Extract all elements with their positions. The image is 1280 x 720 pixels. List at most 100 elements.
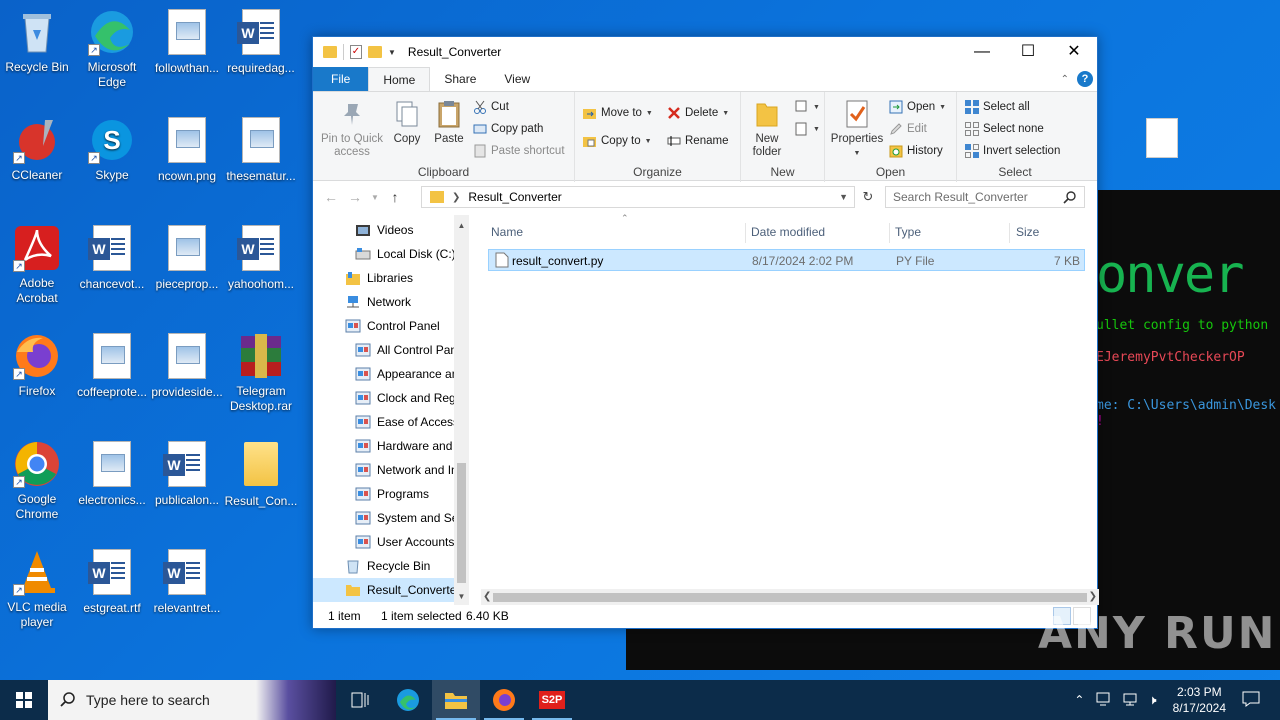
desktop-icon-coffeeprote-file[interactable]: coffeeprote... (75, 332, 149, 400)
move-to-button[interactable]: Move to ▼ (583, 106, 653, 120)
new-item-button[interactable]: ▼ (795, 100, 820, 114)
properties-qat-icon[interactable]: ✓ (350, 45, 362, 59)
scroll-down-icon[interactable]: ▼ (454, 592, 469, 601)
help-icon[interactable]: ? (1077, 71, 1093, 87)
taskbar-edge[interactable] (384, 680, 432, 720)
invert-selection-button[interactable]: Invert selection (965, 144, 1060, 158)
column-size[interactable]: Size (1016, 219, 1039, 245)
paste-shortcut-button[interactable]: Paste shortcut (473, 144, 565, 158)
open-button[interactable]: Open ▼ (889, 100, 946, 114)
nav-item-ease-of-access[interactable]: Ease of Access (313, 410, 469, 434)
file-explorer-window[interactable]: ✓ ▼ Result_Converter — ☐ ✕ File Home Sha… (312, 36, 1099, 629)
rename-button[interactable]: Rename (667, 134, 728, 148)
nav-item-system-and-security[interactable]: System and Security (313, 506, 469, 530)
up-arrow-icon[interactable]: ↑ (383, 189, 407, 205)
notifications-icon[interactable] (1242, 691, 1260, 710)
edit-button[interactable]: Edit (889, 122, 927, 136)
tab-share[interactable]: Share (430, 67, 490, 91)
select-none-button[interactable]: Select none (965, 122, 1044, 136)
column-name[interactable]: Name ⌃ (491, 213, 629, 245)
network-icon[interactable] (1096, 692, 1112, 709)
nav-item-network-and-internet[interactable]: Network and Internet (313, 458, 469, 482)
nav-item-all-control-panel-items[interactable]: All Control Panel Items (313, 338, 469, 362)
minimize-button[interactable]: — (959, 37, 1005, 67)
properties-button[interactable]: Properties ▼ (829, 98, 885, 160)
nav-item-result-converter[interactable]: Result_Converter (313, 578, 469, 602)
tab-home[interactable]: Home (368, 67, 431, 91)
delete-button[interactable]: Delete ▼ (667, 106, 729, 120)
nav-item-control-panel[interactable]: Control Panel (313, 314, 469, 338)
desktop-icon-pieceprop-file[interactable]: pieceprop... (150, 224, 224, 292)
desktop-icon-electronics-file[interactable]: electronics... (75, 440, 149, 508)
start-button[interactable] (0, 680, 48, 720)
cut-button[interactable]: Cut (473, 100, 509, 114)
maximize-button[interactable]: ☐ (1005, 37, 1051, 67)
desktop-icon-publicalon-file[interactable]: Wpublicalon... (150, 440, 224, 508)
desktop-icon-thesematur-file[interactable]: thesematur... (224, 116, 298, 184)
horizontal-scrollbar[interactable]: ❮ ❯ (481, 589, 1099, 605)
desktop-icon-vlc-media-player[interactable]: ↗ VLC media player (0, 548, 74, 630)
tab-view[interactable]: View (490, 67, 544, 91)
file-name[interactable]: result_convert.py (512, 254, 603, 268)
taskbar-s2p-app[interactable]: S2P (528, 680, 576, 720)
clock[interactable]: 2:03 PM 8/17/2024 (1163, 684, 1236, 716)
back-arrow-icon[interactable]: ← (319, 189, 343, 205)
copy-button[interactable]: Copy (389, 98, 425, 146)
copy-to-button[interactable]: Copy to ▼ (583, 134, 652, 148)
desktop-icon-adobe-acrobat[interactable]: ↗ Adobe Acrobat (0, 224, 74, 306)
scroll-right-icon[interactable]: ❯ (1089, 589, 1097, 605)
select-all-button[interactable]: Select all (965, 100, 1030, 114)
table-row[interactable]: result_convert.py 8/17/2024 2:02 PM PY F… (488, 249, 1085, 271)
address-bar[interactable]: ❯ Result_Converter ▼ (421, 186, 855, 208)
nav-item-recycle-bin[interactable]: Recycle Bin (313, 554, 469, 578)
task-view-button[interactable] (336, 680, 384, 720)
new-folder-button[interactable]: New folder (745, 98, 789, 159)
desktop-icon-skype[interactable]: S ↗ Skype (75, 116, 149, 183)
file-list[interactable]: Name ⌃ Date modified Type Size result_co… (481, 213, 1099, 605)
collapse-ribbon-icon[interactable]: ⌃ (1061, 74, 1069, 85)
easy-access-button[interactable]: ▼ (795, 122, 820, 136)
nav-item-programs[interactable]: Programs (313, 482, 469, 506)
customize-qat-chevron-icon[interactable]: ▼ (388, 48, 396, 57)
title-bar[interactable]: ✓ ▼ Result_Converter — ☐ ✕ (313, 37, 1097, 67)
forward-arrow-icon[interactable]: → (343, 189, 367, 205)
scroll-up-icon[interactable]: ▲ (454, 221, 469, 230)
desktop-icon-relevantret-file[interactable]: Wrelevantret... (150, 548, 224, 616)
desktop-icon-firefox[interactable]: ↗ Firefox (0, 332, 74, 399)
tab-file[interactable]: File (313, 67, 369, 91)
nav-item-hardware-and-sound[interactable]: Hardware and Sound (313, 434, 469, 458)
taskbar-firefox[interactable] (480, 680, 528, 720)
desktop-icon-telegram-desktop-rar[interactable]: Telegram Desktop.rar (224, 332, 298, 414)
show-hidden-icons-chevron-icon[interactable]: ⌃ (1074, 693, 1084, 707)
desktop-icon-microsoft-edge[interactable]: ↗ Microsoft Edge (75, 8, 149, 90)
refresh-icon[interactable]: ↻ (857, 186, 879, 208)
nav-item-videos[interactable]: Videos (313, 218, 469, 242)
pin-to-quick-access-button[interactable]: Pin to Quick access (319, 98, 385, 159)
nav-item-user-accounts[interactable]: User Accounts (313, 530, 469, 554)
nav-item-network[interactable]: Network (313, 290, 469, 314)
desktop-icon-provideside-file[interactable]: provideside... (150, 332, 224, 400)
nav-item-appearance-and-personalization[interactable]: Appearance and Personalization (313, 362, 469, 386)
desktop-icon-requiredag-file[interactable]: Wrequiredag... (224, 8, 298, 76)
navigation-pane[interactable]: Videos Local Disk (C:) Libraries Network Con… (313, 215, 469, 605)
breadcrumb-chevron-icon[interactable]: ❯ (452, 192, 460, 203)
scroll-thumb[interactable] (493, 593, 1087, 602)
copy-path-button[interactable]: Copy path (473, 122, 543, 136)
desktop-icon-chancevot-file[interactable]: Wchancevot... (75, 224, 149, 292)
breadcrumb-current[interactable]: Result_Converter (468, 190, 561, 204)
close-button[interactable]: ✕ (1051, 37, 1097, 67)
desktop-icon-google-chrome[interactable]: ↗ Google Chrome (0, 440, 74, 522)
scroll-thumb[interactable] (457, 463, 466, 583)
new-folder-qat-icon[interactable] (368, 46, 382, 58)
desktop-icon-ncown-png[interactable]: ncown.png (150, 116, 224, 184)
history-button[interactable]: History (889, 144, 943, 158)
recent-locations-chevron-icon[interactable]: ▼ (367, 193, 383, 202)
desktop-icon-yahoohom-file[interactable]: Wyahoohom... (224, 224, 298, 292)
scroll-left-icon[interactable]: ❮ (483, 589, 491, 605)
navigation-scrollbar[interactable]: ▲ ▼ (454, 215, 469, 605)
nav-item-libraries[interactable]: Libraries (313, 266, 469, 290)
desktop-icon-result-converter-folder[interactable]: Result_Con... (224, 440, 298, 509)
column-type[interactable]: Type (895, 219, 921, 245)
search-input[interactable]: Search Result_Converter (885, 186, 1085, 208)
ethernet-icon[interactable] (1122, 692, 1138, 709)
